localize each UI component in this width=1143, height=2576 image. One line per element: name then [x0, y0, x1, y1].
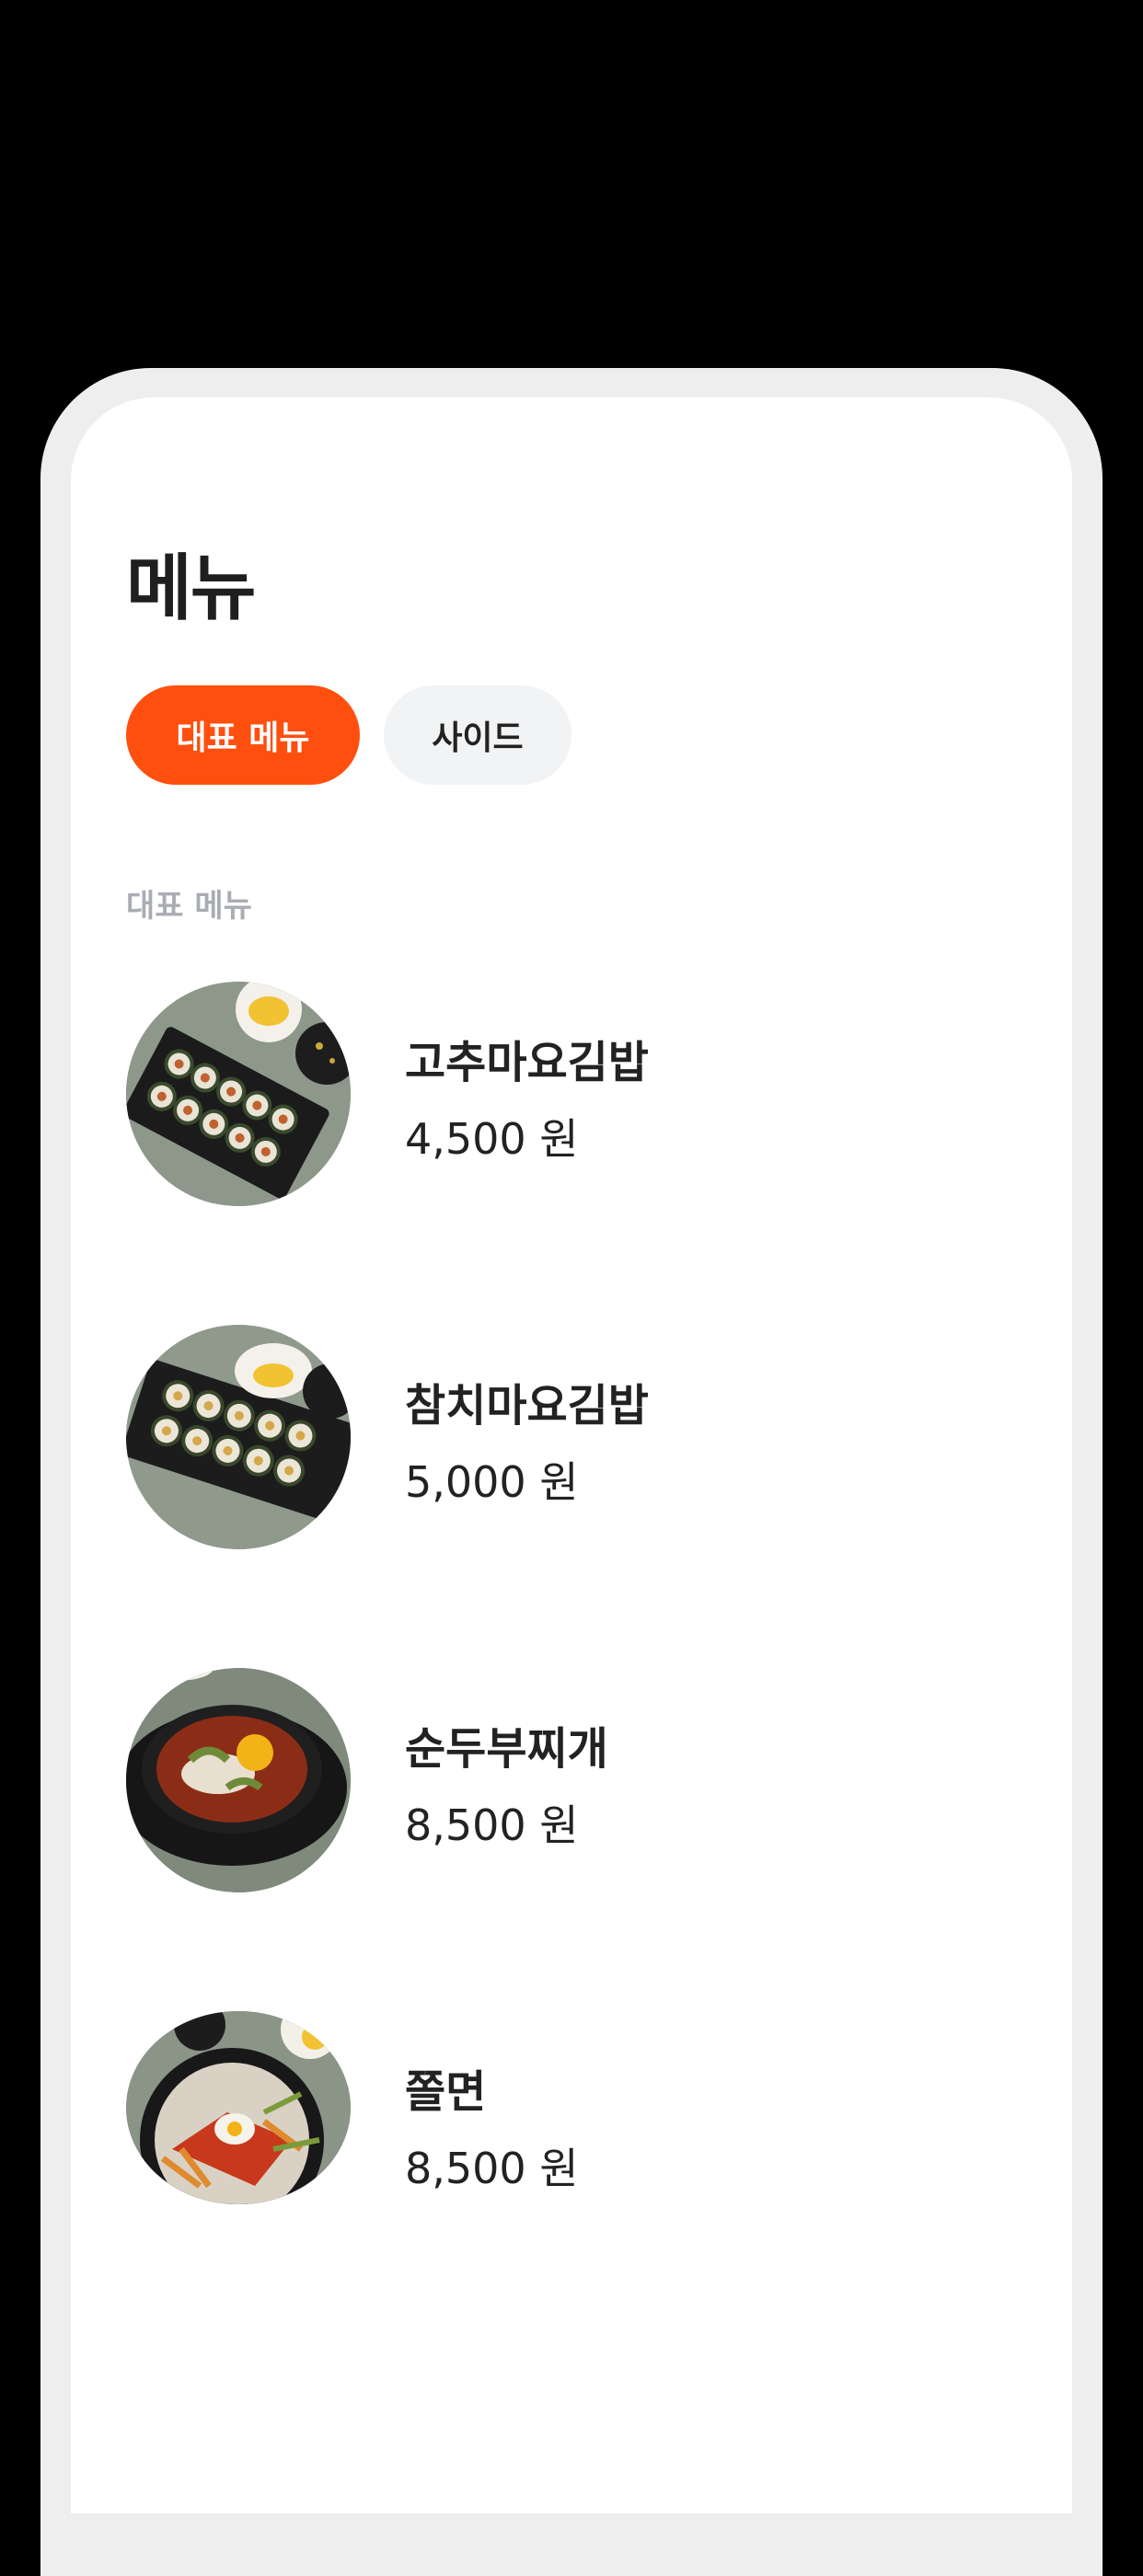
- menu-item[interactable]: 참치마요김밥 5,000 원: [126, 1325, 954, 1549]
- menu-item[interactable]: 순두부찌개 8,500 원: [126, 1668, 954, 1892]
- menu-item-image: [126, 982, 351, 1206]
- menu-item-price: 4,500 원: [405, 1114, 579, 1164]
- section-label: 대표 메뉴: [126, 888, 252, 925]
- menu-item-name: 순두부찌개: [405, 1723, 608, 1775]
- menu-item-image: [126, 1325, 351, 1549]
- menu-item[interactable]: 쫄면 8,500 원: [126, 2011, 954, 2204]
- menu-item-name: 참치마요김밥: [405, 1380, 649, 1432]
- page-title: 메뉴: [126, 547, 257, 630]
- category-tabs: 대표 메뉴 사이드: [126, 685, 572, 785]
- menu-item-image: [126, 2011, 351, 2204]
- menu-item-name: 쫄면: [405, 2066, 487, 2118]
- menu-item-name: 고추마요김밥: [405, 1037, 649, 1088]
- tab-signature-menu[interactable]: 대표 메뉴: [126, 685, 360, 785]
- menu-item-price: 8,500 원: [405, 1800, 579, 1850]
- menu-item-price: 8,500 원: [405, 2144, 579, 2193]
- menu-item-price: 5,000 원: [405, 1457, 579, 1507]
- app-screen: 메뉴 대표 메뉴 사이드 대표 메뉴 고추마요김밥 4,500 원 참치마요김밥…: [71, 397, 1072, 2513]
- tab-side[interactable]: 사이드: [384, 685, 572, 785]
- menu-item[interactable]: 고추마요김밥 4,500 원: [126, 982, 954, 1206]
- menu-item-image: [126, 1668, 351, 1892]
